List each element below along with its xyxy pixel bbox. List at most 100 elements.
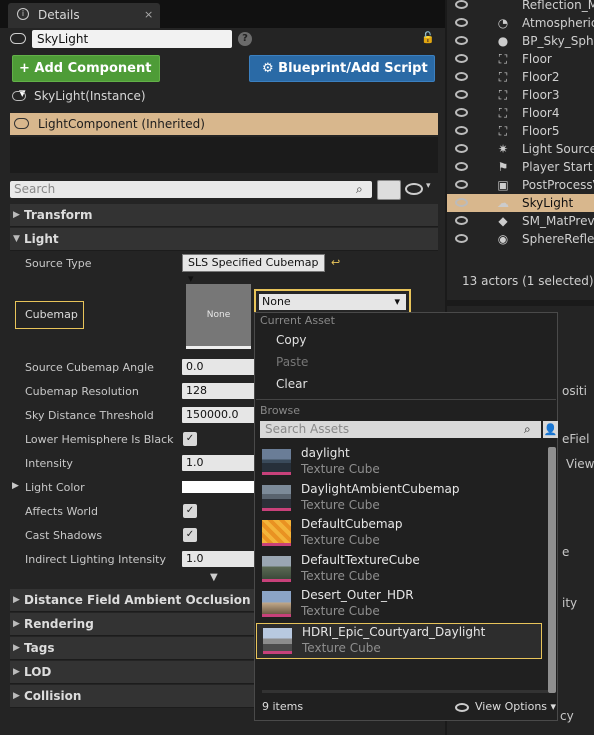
prop-lower-hemi-label: Lower Hemisphere Is Black [25,433,174,446]
asset-name: DefaultCubemap [301,517,403,531]
lower-hemi-checkbox[interactable]: ✓ [183,432,197,446]
right-panel-text: e [562,545,570,559]
indirect-input[interactable]: 1.0 [182,551,256,567]
outliner-row[interactable]: ◔ Atmospheric [447,14,594,32]
right-panel-text: ositi [562,384,587,398]
asset-name: daylight [301,446,350,460]
outliner-row[interactable]: ⛶ Floor3 [447,86,594,104]
affects-world-checkbox[interactable]: ✓ [183,504,197,518]
right-panel-text: eFiel [562,432,590,446]
visibility-eye-icon[interactable] [455,180,468,189]
asset-name: DefaultTextureCube [301,552,420,567]
outliner-row[interactable]: ⛶ Floor4 [447,104,594,122]
actor-icon: ⛶ [498,88,508,102]
blueprint-add-script-button[interactable]: ⚙ Blueprint/Add Script [249,55,435,82]
angle-input[interactable]: 0.0 [182,359,256,375]
asset-list-item[interactable]: Desert_Outer_HDR Texture Cube [256,587,542,623]
visibility-eye-icon[interactable] [455,144,468,153]
sky-distance-input[interactable]: 150000.0 [182,407,256,423]
visibility-eye-icon[interactable] [455,90,468,99]
prop-source-type-label: Source Type [25,257,92,270]
visibility-eye-icon[interactable] [455,198,468,207]
cubemap-thumbnail[interactable]: None [186,284,251,349]
category-label: LOD [24,665,52,679]
outliner-row-label: Reflection_Map [522,0,594,12]
outliner-row-label: Floor2 [522,70,560,84]
outliner-row[interactable]: ⛶ Floor2 [447,68,594,86]
resolution-input[interactable]: 128 [182,383,256,399]
visibility-eye-icon[interactable] [455,162,468,171]
asset-thumbnail [263,627,292,654]
outliner-row[interactable]: ⛶ Floor [447,50,594,68]
outliner-row[interactable]: ⛶ Floor5 [447,122,594,140]
asset-thumbnail [262,591,291,617]
skylight-icon [10,33,26,44]
actor-name-field[interactable]: SkyLight [32,30,232,48]
visibility-eye-icon[interactable] [455,108,468,117]
asset-name: HDRI_Epic_Courtyard_Daylight [302,624,486,639]
chevron-down-icon[interactable]: ▾ [426,181,431,191]
category-transform[interactable]: ▶ Transform [10,204,438,227]
expand-advanced-icon[interactable]: ▼ [210,572,218,583]
actor-icon: ⛶ [498,70,508,84]
asset-list-item[interactable]: HDRI_Epic_Courtyard_Daylight Texture Cube [256,622,542,659]
view-options-button[interactable]: View Options ▾ [475,700,556,713]
asset-name: Desert_Outer_HDR [301,588,414,602]
outliner-row[interactable]: Reflection_Map [447,0,594,14]
reset-icon[interactable]: ↩ [331,256,340,269]
add-component-button[interactable]: + Add Component ▾ [12,55,160,101]
right-panel-text: ity [562,596,578,610]
asset-search-input[interactable]: Search Assets [260,421,541,438]
chevron-right-icon: ▶ [13,210,20,220]
user-filter-icon[interactable]: 👤 [543,421,558,438]
section-browse: Browse [260,404,301,417]
menu-clear[interactable]: Clear [276,377,307,391]
menu-copy[interactable]: Copy [276,333,306,347]
outliner-row[interactable]: ● BP_Sky_Sphere [447,32,594,50]
outliner-row-label: Light Source [522,142,594,156]
source-type-value: SLS Specified Cubemap [188,256,319,269]
visibility-eye-icon[interactable] [455,0,468,9]
source-type-dropdown[interactable]: SLS Specified Cubemap ▾ [182,254,325,285]
component-instance[interactable]: SkyLight(Instance) [10,86,438,106]
help-icon[interactable]: ? [238,32,252,46]
eye-icon[interactable] [405,183,423,195]
tab-details[interactable] [8,3,160,28]
asset-list-item[interactable]: daylight Texture Cube [256,445,542,481]
menu-paste[interactable]: Paste [276,355,308,369]
visibility-eye-icon[interactable] [455,216,468,225]
asset-list-partial-row [262,690,548,693]
property-matrix-button[interactable] [377,180,401,200]
outliner-row[interactable]: ▣ PostProcessV [447,176,594,194]
cast-shadows-checkbox[interactable]: ✓ [183,528,197,542]
component-light[interactable]: LightComponent (Inherited) [10,113,438,135]
visibility-eye-icon[interactable] [455,18,468,27]
outliner-row[interactable]: ⚑ Player Start [447,158,594,176]
details-search-input[interactable]: Search [10,181,372,198]
category-light[interactable]: ▼ Light [10,228,438,251]
asset-list-scrollbar[interactable] [548,447,556,693]
visibility-eye-icon[interactable] [455,36,468,45]
light-color-swatch[interactable] [182,481,256,493]
chevron-right-icon: ▶ [13,619,20,629]
close-icon[interactable]: × [144,8,153,21]
visibility-eye-icon[interactable] [455,72,468,81]
chevron-right-icon[interactable]: ▶ [12,481,19,491]
eye-icon [455,703,469,712]
skylight-icon [14,118,29,129]
outliner-row[interactable]: ◆ SM_MatPrevi [447,212,594,230]
outliner-row[interactable]: ✷ Light Source [447,140,594,158]
asset-list-item[interactable]: DaylightAmbientCubemap Texture Cube [256,481,542,517]
asset-type: Texture Cube [301,604,380,618]
outliner-row[interactable]: ◉ SphereReflect [447,230,594,248]
lock-icon[interactable]: 🔓 [421,31,435,44]
actor-icon: ⚑ [497,160,509,174]
asset-list-item[interactable]: DefaultTextureCube Texture Cube [256,552,542,588]
outliner-row[interactable]: ☁ SkyLight [447,194,594,212]
visibility-eye-icon[interactable] [455,54,468,63]
visibility-eye-icon[interactable] [455,126,468,135]
actor-icon: ◆ [498,214,508,228]
asset-list-item[interactable]: DefaultCubemap Texture Cube [256,516,542,552]
visibility-eye-icon[interactable] [455,234,468,243]
intensity-input[interactable]: 1.0 [182,455,256,471]
